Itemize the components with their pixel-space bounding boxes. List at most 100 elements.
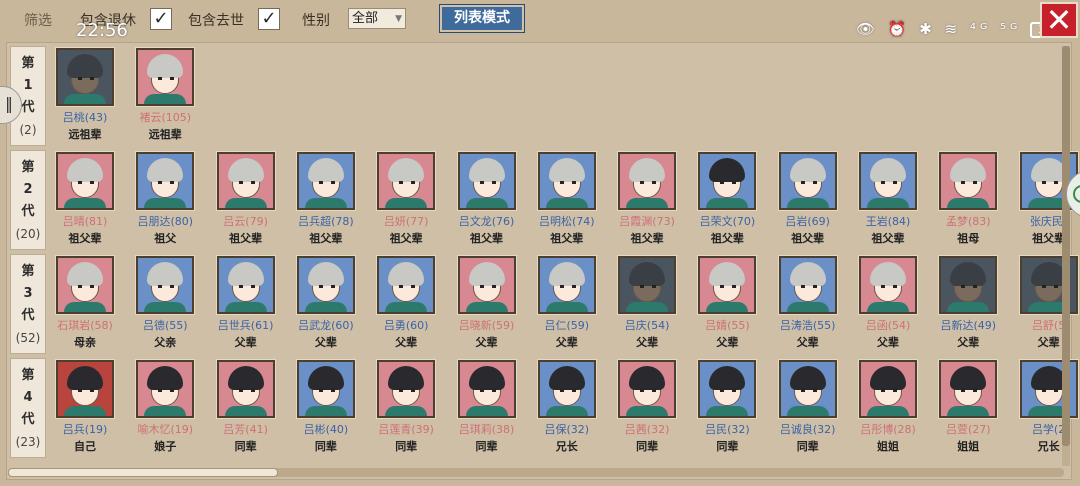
member-card[interactable]: 吕莲青(39) 同辈 [375, 360, 437, 458]
horizontal-scrollbar[interactable] [8, 468, 1064, 477]
member-portrait[interactable] [939, 256, 998, 314]
member-card[interactable]: 吕学(2 兄长 [1018, 360, 1080, 458]
member-portrait[interactable] [377, 256, 436, 314]
member-card[interactable]: 吕武龙(60) 父辈 [295, 256, 357, 354]
member-card[interactable]: 吕文龙(76) 祖父辈 [456, 152, 518, 250]
member-portrait[interactable] [618, 256, 677, 314]
member-card[interactable]: 吕庆(54) 父辈 [616, 256, 678, 354]
member-portrait[interactable] [537, 256, 596, 314]
member-card[interactable]: 喻木忆(19) 娘子 [134, 360, 196, 458]
member-portrait[interactable] [778, 360, 837, 418]
close-button[interactable]: ✕ [1040, 2, 1078, 38]
member-portrait[interactable] [618, 360, 677, 418]
member-card[interactable]: 吕兵(19) 自己 [54, 360, 116, 458]
member-portrait[interactable] [859, 360, 917, 418]
portrait-hair [709, 262, 746, 286]
portrait-body [867, 198, 909, 208]
member-card[interactable]: 吕芳(41) 同辈 [215, 360, 277, 458]
member-name: 吕霞渊(73) [619, 215, 675, 228]
member-card[interactable]: 吕晴(81) 祖父辈 [54, 152, 116, 250]
member-portrait[interactable] [56, 152, 114, 210]
member-portrait[interactable] [136, 48, 195, 106]
member-portrait[interactable] [698, 256, 757, 314]
portrait-hair [227, 366, 264, 390]
portrait-body [545, 198, 588, 208]
member-card[interactable]: 吕岩(69) 祖父辈 [777, 152, 839, 250]
member-portrait[interactable] [56, 48, 114, 106]
member-card[interactable]: 吕明松(74) 祖父辈 [536, 152, 598, 250]
member-card[interactable]: 吕彤博(28) 姐姐 [857, 360, 919, 458]
member-card[interactable]: 吕民(32) 同辈 [696, 360, 758, 458]
portrait-eyes [881, 389, 897, 392]
gender-select[interactable]: 全部 ▼ [348, 8, 406, 29]
member-card[interactable]: 吕舒(5 父辈 [1018, 256, 1080, 354]
member-card[interactable]: 孟梦(83) 祖母 [937, 152, 999, 250]
member-portrait[interactable] [618, 152, 677, 210]
horizontal-scroll-thumb[interactable] [8, 468, 278, 477]
member-portrait[interactable] [457, 256, 516, 314]
member-portrait[interactable] [56, 360, 114, 418]
member-card[interactable]: 吕荣文(70) 祖父辈 [696, 152, 758, 250]
member-portrait[interactable] [778, 152, 837, 210]
member-card[interactable]: 吕茜(32) 同辈 [616, 360, 678, 458]
member-portrait[interactable] [859, 256, 917, 314]
generation-label-char: 3 [23, 286, 33, 301]
portrait-body [385, 198, 428, 208]
member-portrait[interactable] [537, 152, 596, 210]
member-portrait[interactable] [136, 256, 195, 314]
member-portrait[interactable] [457, 360, 516, 418]
member-card[interactable]: 吕保(32) 兄长 [536, 360, 598, 458]
member-card[interactable]: 吕晓新(59) 父辈 [456, 256, 518, 354]
member-card[interactable]: 吕彬(40) 同辈 [295, 360, 357, 458]
list-mode-button[interactable]: 列表模式 [440, 5, 524, 32]
member-card[interactable]: 吕云(79) 祖父辈 [215, 152, 277, 250]
member-card[interactable]: 吕琪莉(38) 同辈 [456, 360, 518, 458]
member-relation: 同辈 [796, 440, 819, 453]
member-portrait[interactable] [216, 360, 275, 418]
member-card[interactable]: 石琪岩(58) 母亲 [54, 256, 116, 354]
member-portrait[interactable] [859, 152, 917, 210]
member-card[interactable]: 吕勇(60) 父辈 [375, 256, 437, 354]
member-portrait[interactable] [377, 152, 436, 210]
member-portrait[interactable] [136, 152, 195, 210]
member-portrait[interactable] [698, 152, 757, 210]
member-card[interactable]: 吕世兵(61) 父辈 [215, 256, 277, 354]
member-portrait[interactable] [537, 360, 596, 418]
member-portrait[interactable] [939, 152, 998, 210]
member-portrait[interactable] [296, 256, 355, 314]
member-portrait[interactable] [216, 256, 275, 314]
member-card[interactable]: 吕德(55) 父亲 [134, 256, 196, 354]
member-portrait[interactable] [216, 152, 275, 210]
include-retired-checkbox[interactable]: ✓ [150, 8, 172, 30]
member-card[interactable]: 吕涛浩(55) 父辈 [777, 256, 839, 354]
member-card[interactable]: 王岩(84) 祖父辈 [857, 152, 919, 250]
member-card[interactable]: 吕新达(49) 父辈 [937, 256, 999, 354]
member-portrait[interactable] [296, 152, 355, 210]
member-card[interactable]: 吕诚良(32) 同辈 [777, 360, 839, 458]
portrait-hair [227, 262, 264, 286]
member-card[interactable]: 褚云(105) 远祖辈 [134, 48, 196, 146]
member-card[interactable]: 吕婧(55) 父辈 [696, 256, 758, 354]
member-card[interactable]: 吕桃(43) 远祖辈 [54, 48, 116, 146]
member-portrait[interactable] [56, 256, 114, 314]
portrait-eyes [720, 285, 737, 288]
member-card[interactable]: 吕兵超(78) 祖父辈 [295, 152, 357, 250]
portrait-hair [307, 366, 344, 390]
portrait-hair [789, 366, 826, 390]
member-card[interactable]: 吕函(54) 父辈 [857, 256, 919, 354]
member-card[interactable]: 吕萱(27) 姐姐 [937, 360, 999, 458]
vertical-scroll-thumb[interactable] [1062, 46, 1070, 446]
member-portrait[interactable] [457, 152, 516, 210]
member-portrait[interactable] [778, 256, 837, 314]
member-portrait[interactable] [939, 360, 998, 418]
member-portrait[interactable] [377, 360, 436, 418]
vertical-scrollbar[interactable] [1062, 46, 1070, 466]
member-portrait[interactable] [698, 360, 757, 418]
member-portrait[interactable] [136, 360, 195, 418]
member-portrait[interactable] [296, 360, 355, 418]
member-card[interactable]: 吕霞渊(73) 祖父辈 [616, 152, 678, 250]
member-card[interactable]: 吕仁(59) 父辈 [536, 256, 598, 354]
member-card[interactable]: 吕妍(77) 祖父辈 [375, 152, 437, 250]
include-dead-checkbox[interactable]: ✓ [258, 8, 280, 30]
member-card[interactable]: 吕朋达(80) 祖父 [134, 152, 196, 250]
